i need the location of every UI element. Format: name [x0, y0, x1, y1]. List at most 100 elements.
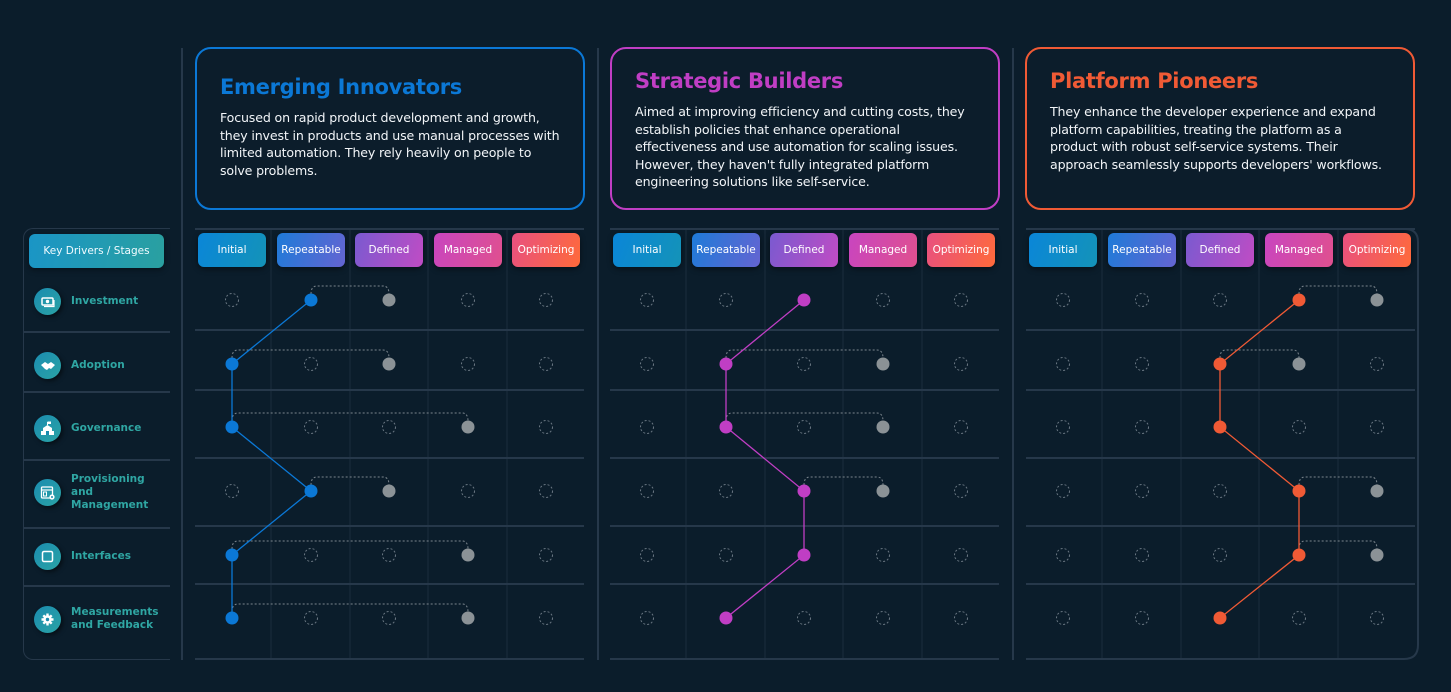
- empty-stage-marker: [719, 484, 733, 498]
- empty-stage-marker: [719, 293, 733, 307]
- current-stage-marker: [719, 420, 733, 434]
- empty-stage-marker: [1056, 548, 1070, 562]
- empty-stage-marker: [1213, 484, 1227, 498]
- current-stage-marker: [225, 420, 239, 434]
- current-stage-marker: [1213, 420, 1227, 434]
- empty-stage-marker: [640, 420, 654, 434]
- key-drivers-header: Key Drivers / Stages: [29, 234, 164, 268]
- empty-stage-marker: [1135, 611, 1149, 625]
- persona-card-emerging-innovators: Emerging Innovators Focused on rapid pro…: [195, 47, 585, 210]
- empty-stage-marker: [225, 484, 239, 498]
- target-stage-marker: [382, 484, 396, 498]
- current-stage-marker: [1292, 484, 1306, 498]
- target-stage-marker: [1292, 357, 1306, 371]
- target-stage-marker: [876, 357, 890, 371]
- target-stage-marker: [1370, 484, 1384, 498]
- empty-stage-marker: [1056, 357, 1070, 371]
- empty-stage-marker: [1370, 357, 1384, 371]
- empty-stage-marker: [876, 293, 890, 307]
- empty-stage-marker: [1292, 611, 1306, 625]
- empty-stage-marker: [1213, 293, 1227, 307]
- empty-stage-marker: [539, 420, 553, 434]
- driver-row-adoption: Adoption: [24, 351, 170, 379]
- empty-stage-marker: [1370, 420, 1384, 434]
- current-stage-marker: [719, 611, 733, 625]
- current-stage-marker: [1213, 611, 1227, 625]
- empty-stage-marker: [797, 420, 811, 434]
- empty-stage-marker: [640, 357, 654, 371]
- handshake-icon: [34, 351, 61, 379]
- target-stage-marker: [382, 293, 396, 307]
- empty-stage-marker: [954, 293, 968, 307]
- target-stage-marker: [876, 420, 890, 434]
- driver-row-provisioning-and-management: Provisioning and Management: [24, 473, 170, 511]
- target-stage-marker: [382, 357, 396, 371]
- current-stage-marker: [797, 293, 811, 307]
- empty-stage-marker: [640, 484, 654, 498]
- maturity-grid-strategic-builders: Initial Repeatable Defined Managed Optimizin…: [610, 228, 999, 660]
- current-stage-marker: [719, 357, 733, 371]
- row-divider: [24, 331, 170, 333]
- driver-label: Provisioning and Management: [71, 472, 149, 511]
- building-icon: [34, 414, 61, 442]
- persona-description: They enhance the developer experience an…: [1050, 104, 1382, 172]
- empty-stage-marker: [1213, 548, 1227, 562]
- empty-stage-marker: [640, 293, 654, 307]
- empty-stage-marker: [1056, 611, 1070, 625]
- empty-stage-marker: [539, 611, 553, 625]
- empty-stage-marker: [304, 548, 318, 562]
- empty-stage-marker: [876, 548, 890, 562]
- current-stage-marker: [225, 548, 239, 562]
- row-divider: [24, 585, 170, 587]
- persona-title: Platform Pioneers: [1050, 69, 1259, 93]
- empty-stage-marker: [1135, 293, 1149, 307]
- money-icon: [34, 287, 61, 315]
- empty-stage-marker: [954, 357, 968, 371]
- empty-stage-marker: [1292, 420, 1306, 434]
- target-gap-bracket: [725, 349, 884, 359]
- empty-stage-marker: [797, 357, 811, 371]
- empty-stage-marker: [1056, 420, 1070, 434]
- empty-stage-marker: [954, 484, 968, 498]
- target-gap-bracket: [725, 412, 884, 422]
- driver-label: Interfaces: [71, 549, 131, 562]
- gear-icon: [34, 605, 61, 633]
- driver-row-interfaces: Interfaces: [24, 542, 170, 570]
- empty-stage-marker: [640, 611, 654, 625]
- empty-stage-marker: [304, 357, 318, 371]
- row-divider: [24, 527, 170, 529]
- empty-stage-marker: [539, 293, 553, 307]
- window-gear-icon: [34, 478, 61, 506]
- current-stage-marker: [304, 484, 318, 498]
- current-stage-marker: [225, 611, 239, 625]
- persona-card-strategic-builders: Strategic Builders Aimed at improving ef…: [610, 47, 1000, 210]
- current-stage-marker: [797, 548, 811, 562]
- empty-stage-marker: [954, 420, 968, 434]
- current-stage-marker: [1292, 293, 1306, 307]
- empty-stage-marker: [461, 357, 475, 371]
- current-stage-marker: [1213, 357, 1227, 371]
- maturity-grid-emerging-innovators: Initial Repeatable Defined Managed Optimizin…: [195, 228, 584, 660]
- target-stage-marker: [1370, 293, 1384, 307]
- driver-label: Governance: [71, 421, 142, 434]
- empty-stage-marker: [382, 611, 396, 625]
- empty-stage-marker: [461, 484, 475, 498]
- driver-row-measurements-and-feedback: Measurements and Feedback: [24, 605, 170, 633]
- driver-label: Investment: [71, 294, 139, 307]
- persona-card-platform-pioneers: Platform Pioneers They enhance the devel…: [1025, 47, 1415, 210]
- empty-stage-marker: [876, 611, 890, 625]
- target-stage-marker: [461, 611, 475, 625]
- maturity-grid-platform-pioneers: Initial Repeatable Defined Managed Optimizin…: [1026, 228, 1419, 660]
- current-stage-marker: [225, 357, 239, 371]
- empty-stage-marker: [382, 548, 396, 562]
- driver-label: Adoption: [71, 358, 125, 371]
- grid-right-border: [1403, 228, 1419, 660]
- current-stage-marker: [1292, 548, 1306, 562]
- current-stage-marker: [797, 484, 811, 498]
- driver-row-governance: Governance: [24, 414, 170, 442]
- target-stage-marker: [876, 484, 890, 498]
- empty-stage-marker: [1056, 484, 1070, 498]
- maturity-path-chart: [1026, 228, 1419, 660]
- driver-label: Measurements and Feedback: [71, 606, 159, 631]
- current-stage-marker: [304, 293, 318, 307]
